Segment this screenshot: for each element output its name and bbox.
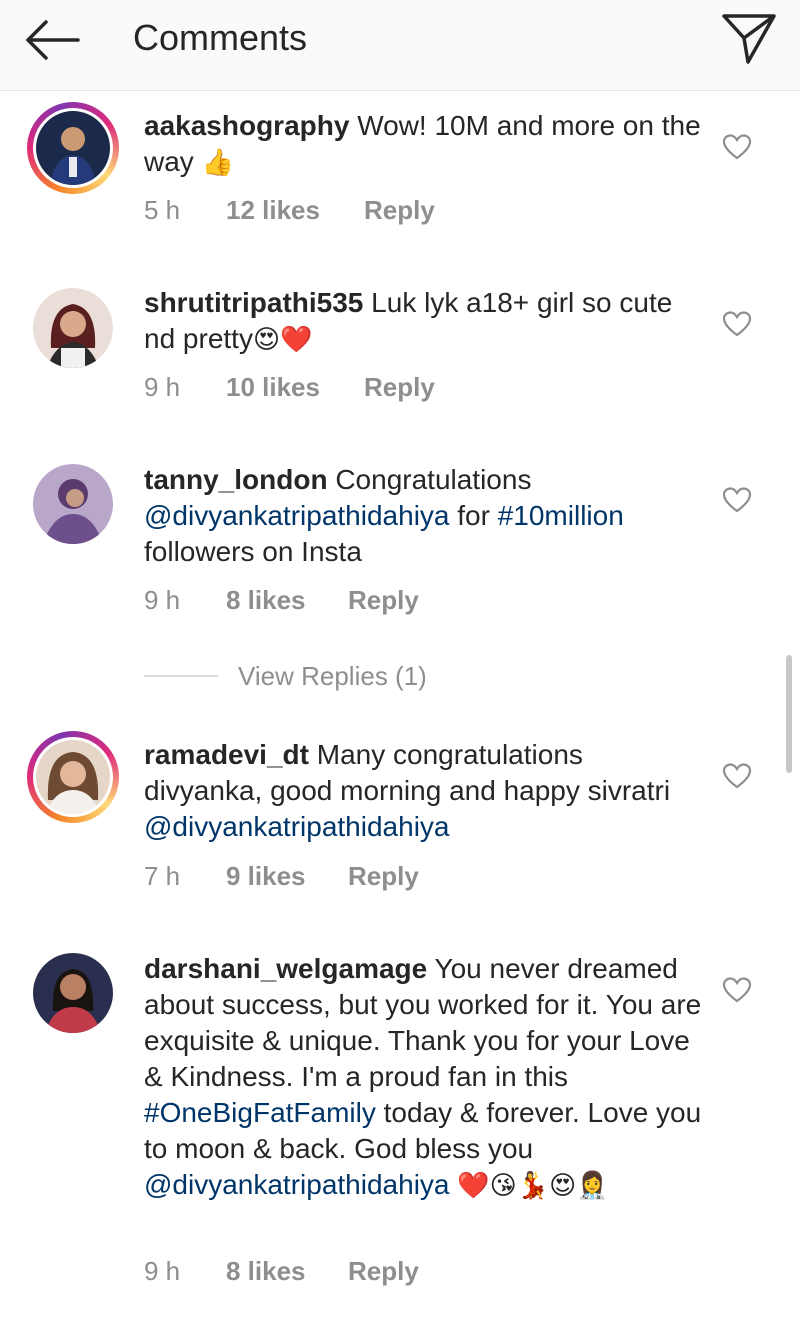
comment-text: ramadevi_dt Many congratulations divyank…: [144, 737, 704, 845]
mention-link[interactable]: @divyankatripathidahiya: [144, 500, 449, 531]
avatar: [33, 953, 113, 1033]
comment-text: darshani_welgamage You never dreamed abo…: [144, 951, 704, 1204]
reply-button[interactable]: Reply: [348, 1256, 419, 1286]
comment-time: 9 h: [144, 372, 181, 402]
comment-body: followers on Insta: [144, 536, 362, 567]
comment-username[interactable]: darshani_welgamage: [144, 953, 427, 984]
reply-button[interactable]: Reply: [364, 372, 435, 402]
reply-button[interactable]: Reply: [348, 585, 419, 615]
comment-likes[interactable]: 8 likes: [226, 1256, 306, 1286]
comment-text: shrutitripathi535 Luk lyk a18+ girl so c…: [144, 285, 704, 358]
comment-username[interactable]: aakashography: [144, 110, 349, 141]
arrow-left-icon[interactable]: [22, 18, 82, 62]
comment-time: 7 h: [144, 861, 181, 891]
comment-username[interactable]: tanny_london: [144, 464, 328, 495]
comment-time: 9 h: [144, 585, 181, 615]
comment-time: 5 h: [144, 195, 181, 225]
heart-outline-icon[interactable]: [722, 310, 752, 338]
reply-button[interactable]: Reply: [348, 861, 419, 891]
avatar: [33, 288, 113, 368]
heart-outline-icon[interactable]: [722, 133, 752, 161]
comment-likes[interactable]: 10 likes: [226, 372, 320, 402]
heart-outline-icon[interactable]: [722, 486, 752, 514]
heart-outline-icon[interactable]: [722, 976, 752, 1004]
story-ring[interactable]: [27, 102, 119, 194]
view-replies[interactable]: View Replies (1): [144, 660, 544, 692]
heart-outline-icon[interactable]: [722, 762, 752, 790]
comment-body: for: [449, 500, 498, 531]
comment-text: aakashography Wow! 10M and more on the w…: [144, 108, 704, 181]
comment-username[interactable]: shrutitripathi535: [144, 287, 363, 318]
mention-link[interactable]: @divyankatripathidahiya: [144, 811, 449, 842]
reply-button[interactable]: Reply: [364, 195, 435, 225]
comment-body: Congratulations: [327, 464, 532, 495]
comment-likes[interactable]: 12 likes: [226, 195, 320, 225]
mention-link[interactable]: @divyankatripathidahiya: [144, 1169, 449, 1200]
story-ring[interactable]: [27, 731, 119, 823]
comment-emoji: ❤️😘💃😍👩‍⚕️: [457, 1171, 609, 1201]
comment-emoji: 😍❤️: [252, 325, 313, 355]
comment-text: tanny_london Congratulations @divyankatr…: [144, 462, 704, 570]
avatar: [36, 111, 110, 185]
avatar: [36, 740, 110, 814]
page-title: Comments: [133, 17, 308, 58]
scrollbar[interactable]: [786, 655, 792, 773]
avatar-wrap[interactable]: [27, 458, 119, 550]
paper-plane-icon[interactable]: [720, 8, 778, 66]
view-replies-label[interactable]: View Replies (1): [238, 660, 427, 692]
avatar-wrap[interactable]: [27, 947, 119, 1039]
divider: [144, 675, 218, 677]
comment-likes[interactable]: 8 likes: [226, 585, 306, 615]
comments-header: Comments: [0, 0, 800, 91]
hashtag-link[interactable]: #10million: [498, 500, 624, 531]
comment-likes[interactable]: 9 likes: [226, 861, 306, 891]
comment-username[interactable]: ramadevi_dt: [144, 739, 309, 770]
hashtag-link[interactable]: #OneBigFatFamily: [144, 1097, 376, 1128]
comment-emoji: 👍: [201, 148, 234, 178]
avatar-wrap[interactable]: [27, 282, 119, 374]
avatar: [33, 464, 113, 544]
comment-time: 9 h: [144, 1256, 181, 1286]
